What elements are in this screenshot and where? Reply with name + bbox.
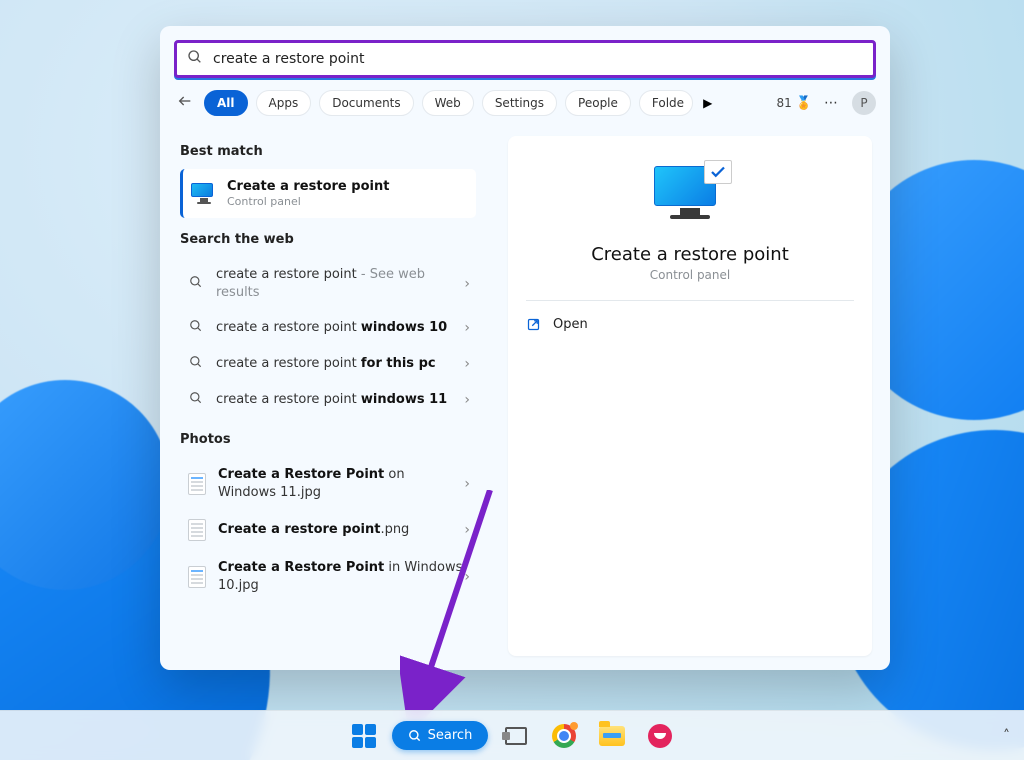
chevron-right-icon: › <box>464 320 470 336</box>
web-result[interactable]: create a restore point - See web results… <box>180 257 476 310</box>
search-icon <box>188 319 204 337</box>
filter-folders[interactable]: Folde <box>639 90 693 116</box>
web-result[interactable]: create a restore point windows 11 › <box>180 382 476 418</box>
best-match-item[interactable]: Create a restore point Control panel <box>180 169 476 218</box>
chevron-right-icon: › <box>464 392 470 408</box>
taskbar-search-label: Search <box>428 728 473 743</box>
filter-people[interactable]: People <box>565 90 631 116</box>
chevron-right-icon: › <box>464 569 470 585</box>
detail-title: Create a restore point <box>591 244 789 265</box>
photo-result[interactable]: Create a restore point.png › <box>180 510 476 550</box>
search-input[interactable] <box>213 51 863 67</box>
task-view-icon <box>505 727 527 745</box>
task-view-button[interactable] <box>496 716 536 756</box>
rewards-points[interactable]: 81 🏅 <box>777 96 812 111</box>
chrome-icon <box>552 724 576 748</box>
image-thumbnail-icon <box>188 473 206 495</box>
taskbar-search-button[interactable]: Search <box>392 721 489 750</box>
filter-settings[interactable]: Settings <box>482 90 557 116</box>
photo-result[interactable]: Create a Restore Point on Windows 11.jpg… <box>180 457 476 510</box>
search-icon <box>188 275 204 293</box>
chevron-right-icon: › <box>464 356 470 372</box>
chevron-right-icon: › <box>464 476 470 492</box>
app-button[interactable] <box>640 716 680 756</box>
open-external-icon <box>526 317 541 332</box>
detail-card: Create a restore point Control panel Ope… <box>508 136 872 656</box>
filter-apps[interactable]: Apps <box>256 90 312 116</box>
chevron-right-icon: › <box>464 522 470 538</box>
taskbar: Search ˄ <box>0 710 1024 760</box>
image-thumbnail-icon <box>188 566 206 588</box>
more-options-icon[interactable]: ⋯ <box>824 95 840 111</box>
show-hidden-icons-icon[interactable]: ˄ <box>1003 728 1010 744</box>
search-icon <box>187 49 203 69</box>
windows-logo-icon <box>352 724 376 748</box>
monitor-check-icon <box>654 166 726 226</box>
filters-more-icon[interactable]: ▶ <box>703 96 712 110</box>
best-match-title: Create a restore point <box>227 179 464 194</box>
best-match-subtitle: Control panel <box>227 195 464 208</box>
medal-icon: 🏅 <box>796 96 812 111</box>
photo-result[interactable]: Create a Restore Point in Windows 10.jpg… <box>180 550 476 603</box>
filter-all[interactable]: All <box>204 90 248 116</box>
detail-subtitle: Control panel <box>650 268 730 282</box>
lips-icon <box>648 724 672 748</box>
open-label: Open <box>553 317 588 332</box>
section-photos: Photos <box>180 432 490 447</box>
web-result[interactable]: create a restore point windows 10 › <box>180 310 476 346</box>
filter-row: All Apps Documents Web Settings People F… <box>160 78 890 122</box>
open-action[interactable]: Open <box>508 301 872 348</box>
folder-icon <box>599 726 625 746</box>
monitor-icon <box>191 183 217 205</box>
start-button[interactable] <box>344 716 384 756</box>
search-icon <box>188 391 204 409</box>
file-explorer-button[interactable] <box>592 716 632 756</box>
chrome-button[interactable] <box>544 716 584 756</box>
filter-documents[interactable]: Documents <box>319 90 413 116</box>
results-pane: Best match Create a restore point Contro… <box>160 122 490 670</box>
points-value: 81 <box>777 96 792 110</box>
search-icon <box>188 355 204 373</box>
back-icon[interactable] <box>174 93 196 113</box>
search-icon <box>408 729 422 743</box>
user-avatar[interactable]: P <box>852 91 876 115</box>
section-search-web: Search the web <box>180 232 490 247</box>
section-best-match: Best match <box>180 144 490 159</box>
filter-web[interactable]: Web <box>422 90 474 116</box>
search-panel: All Apps Documents Web Settings People F… <box>160 26 890 670</box>
web-result[interactable]: create a restore point for this pc › <box>180 346 476 382</box>
image-thumbnail-icon <box>188 519 206 541</box>
chevron-right-icon: › <box>464 276 470 292</box>
search-box[interactable] <box>174 40 876 78</box>
